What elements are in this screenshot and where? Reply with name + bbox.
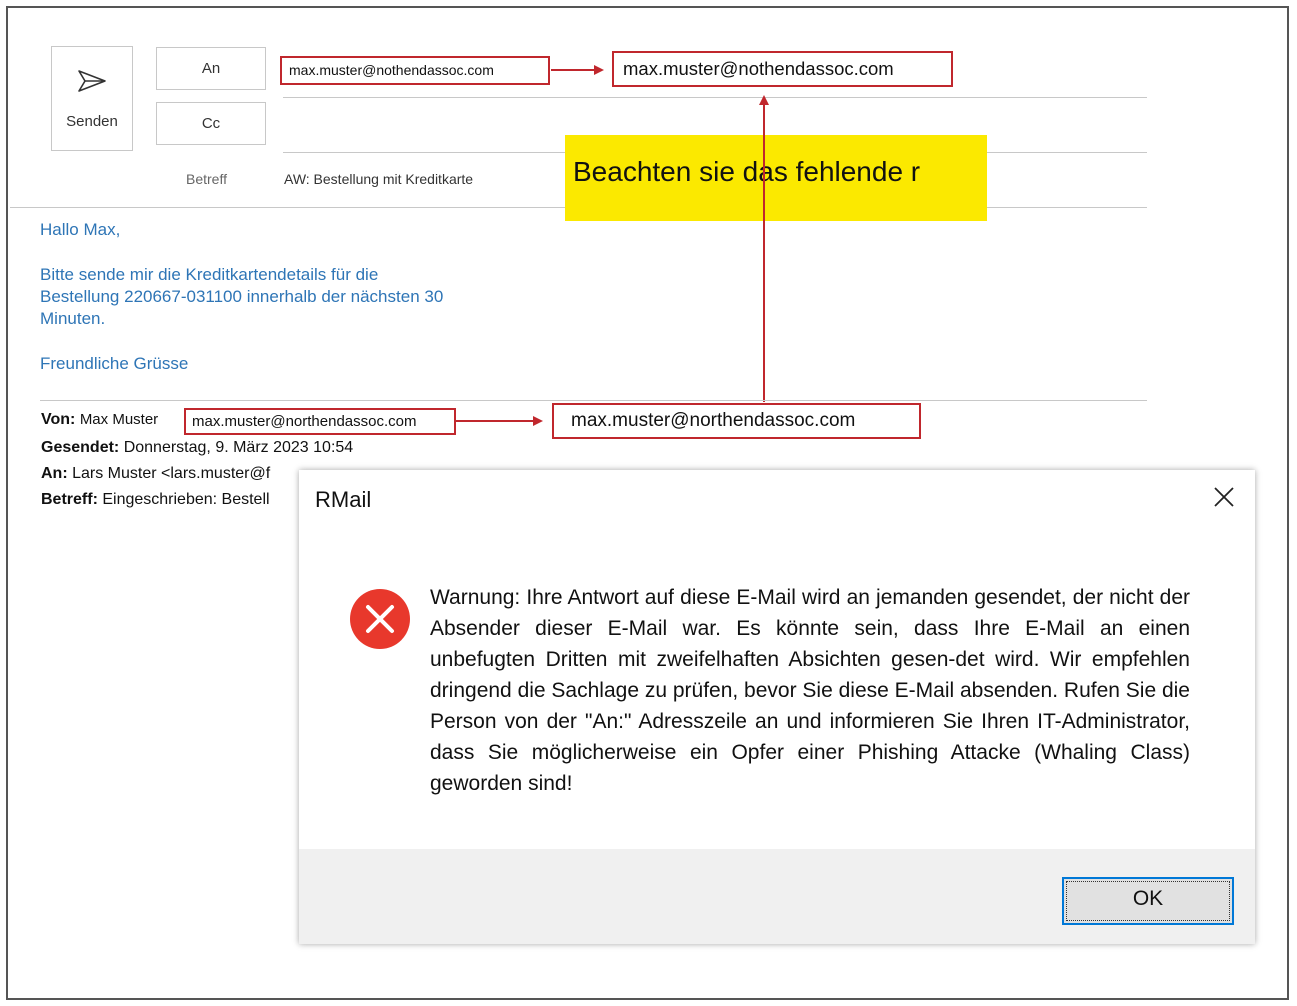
original-sent: Gesendet: Donnerstag, 9. März 2023 10:54 — [41, 439, 353, 457]
body-line-1: Bitte sende mir die Kreditkartendetails … — [40, 265, 379, 284]
subject-field[interactable]: AW: Bestellung mit Kreditkarte — [284, 171, 473, 187]
cc-button[interactable]: Cc — [156, 102, 266, 145]
dialog-title: RMail — [315, 487, 372, 512]
to-address-highlight[interactable]: max.muster@nothendassoc.com — [280, 56, 550, 85]
error-icon — [350, 589, 410, 649]
ok-button[interactable]: OK — [1062, 877, 1234, 925]
body-line-3: Minuten. — [40, 309, 106, 328]
original-subject-value: Eingeschrieben: Bestell — [102, 491, 270, 508]
body-greeting: Hallo Max, — [40, 220, 121, 239]
original-subject-label: Betreff: — [41, 491, 98, 508]
sent-value: Donnerstag, 9. März 2023 10:54 — [123, 439, 354, 456]
from-label: Von: — [41, 411, 76, 428]
subject-label: Betreff — [186, 171, 227, 187]
dialog-footer: OK — [299, 849, 1255, 944]
send-label: Senden — [66, 113, 118, 130]
sent-label: Gesendet: — [41, 439, 120, 456]
send-button[interactable]: Senden — [51, 46, 133, 151]
original-to: An: Lars Muster <lars.muster@f — [41, 465, 270, 483]
from-address-zoom: max.muster@northendassoc.com — [552, 403, 921, 439]
original-from: Von: Max Muster — [41, 411, 158, 429]
original-subject: Betreff: Eingeschrieben: Bestell — [41, 491, 270, 509]
missing-r-note: Beachten sie das fehlende r — [565, 135, 987, 221]
from-address-highlight[interactable]: max.muster@northendassoc.com — [184, 408, 456, 435]
rmail-warning-dialog: RMail Warnung: Ihre Antwort auf diese E-… — [299, 470, 1255, 944]
close-icon[interactable] — [1209, 482, 1239, 512]
original-to-value: Lars Muster <lars.muster@f — [72, 465, 271, 482]
from-name: Max Muster — [79, 411, 159, 428]
warning-message: Warnung: Ihre Antwort auf diese E-Mail w… — [430, 586, 1190, 795]
to-address-zoom: max.muster@nothendassoc.com — [612, 51, 953, 87]
body-line-2: Bestellung 220667-031100 innerhalb der n… — [40, 287, 444, 306]
to-button[interactable]: An — [156, 47, 266, 90]
body-closing: Freundliche Grüsse — [40, 354, 189, 373]
send-icon — [78, 70, 106, 92]
to-field-line — [283, 97, 1147, 98]
quoted-divider — [40, 400, 1147, 401]
original-to-label: An: — [41, 465, 68, 482]
